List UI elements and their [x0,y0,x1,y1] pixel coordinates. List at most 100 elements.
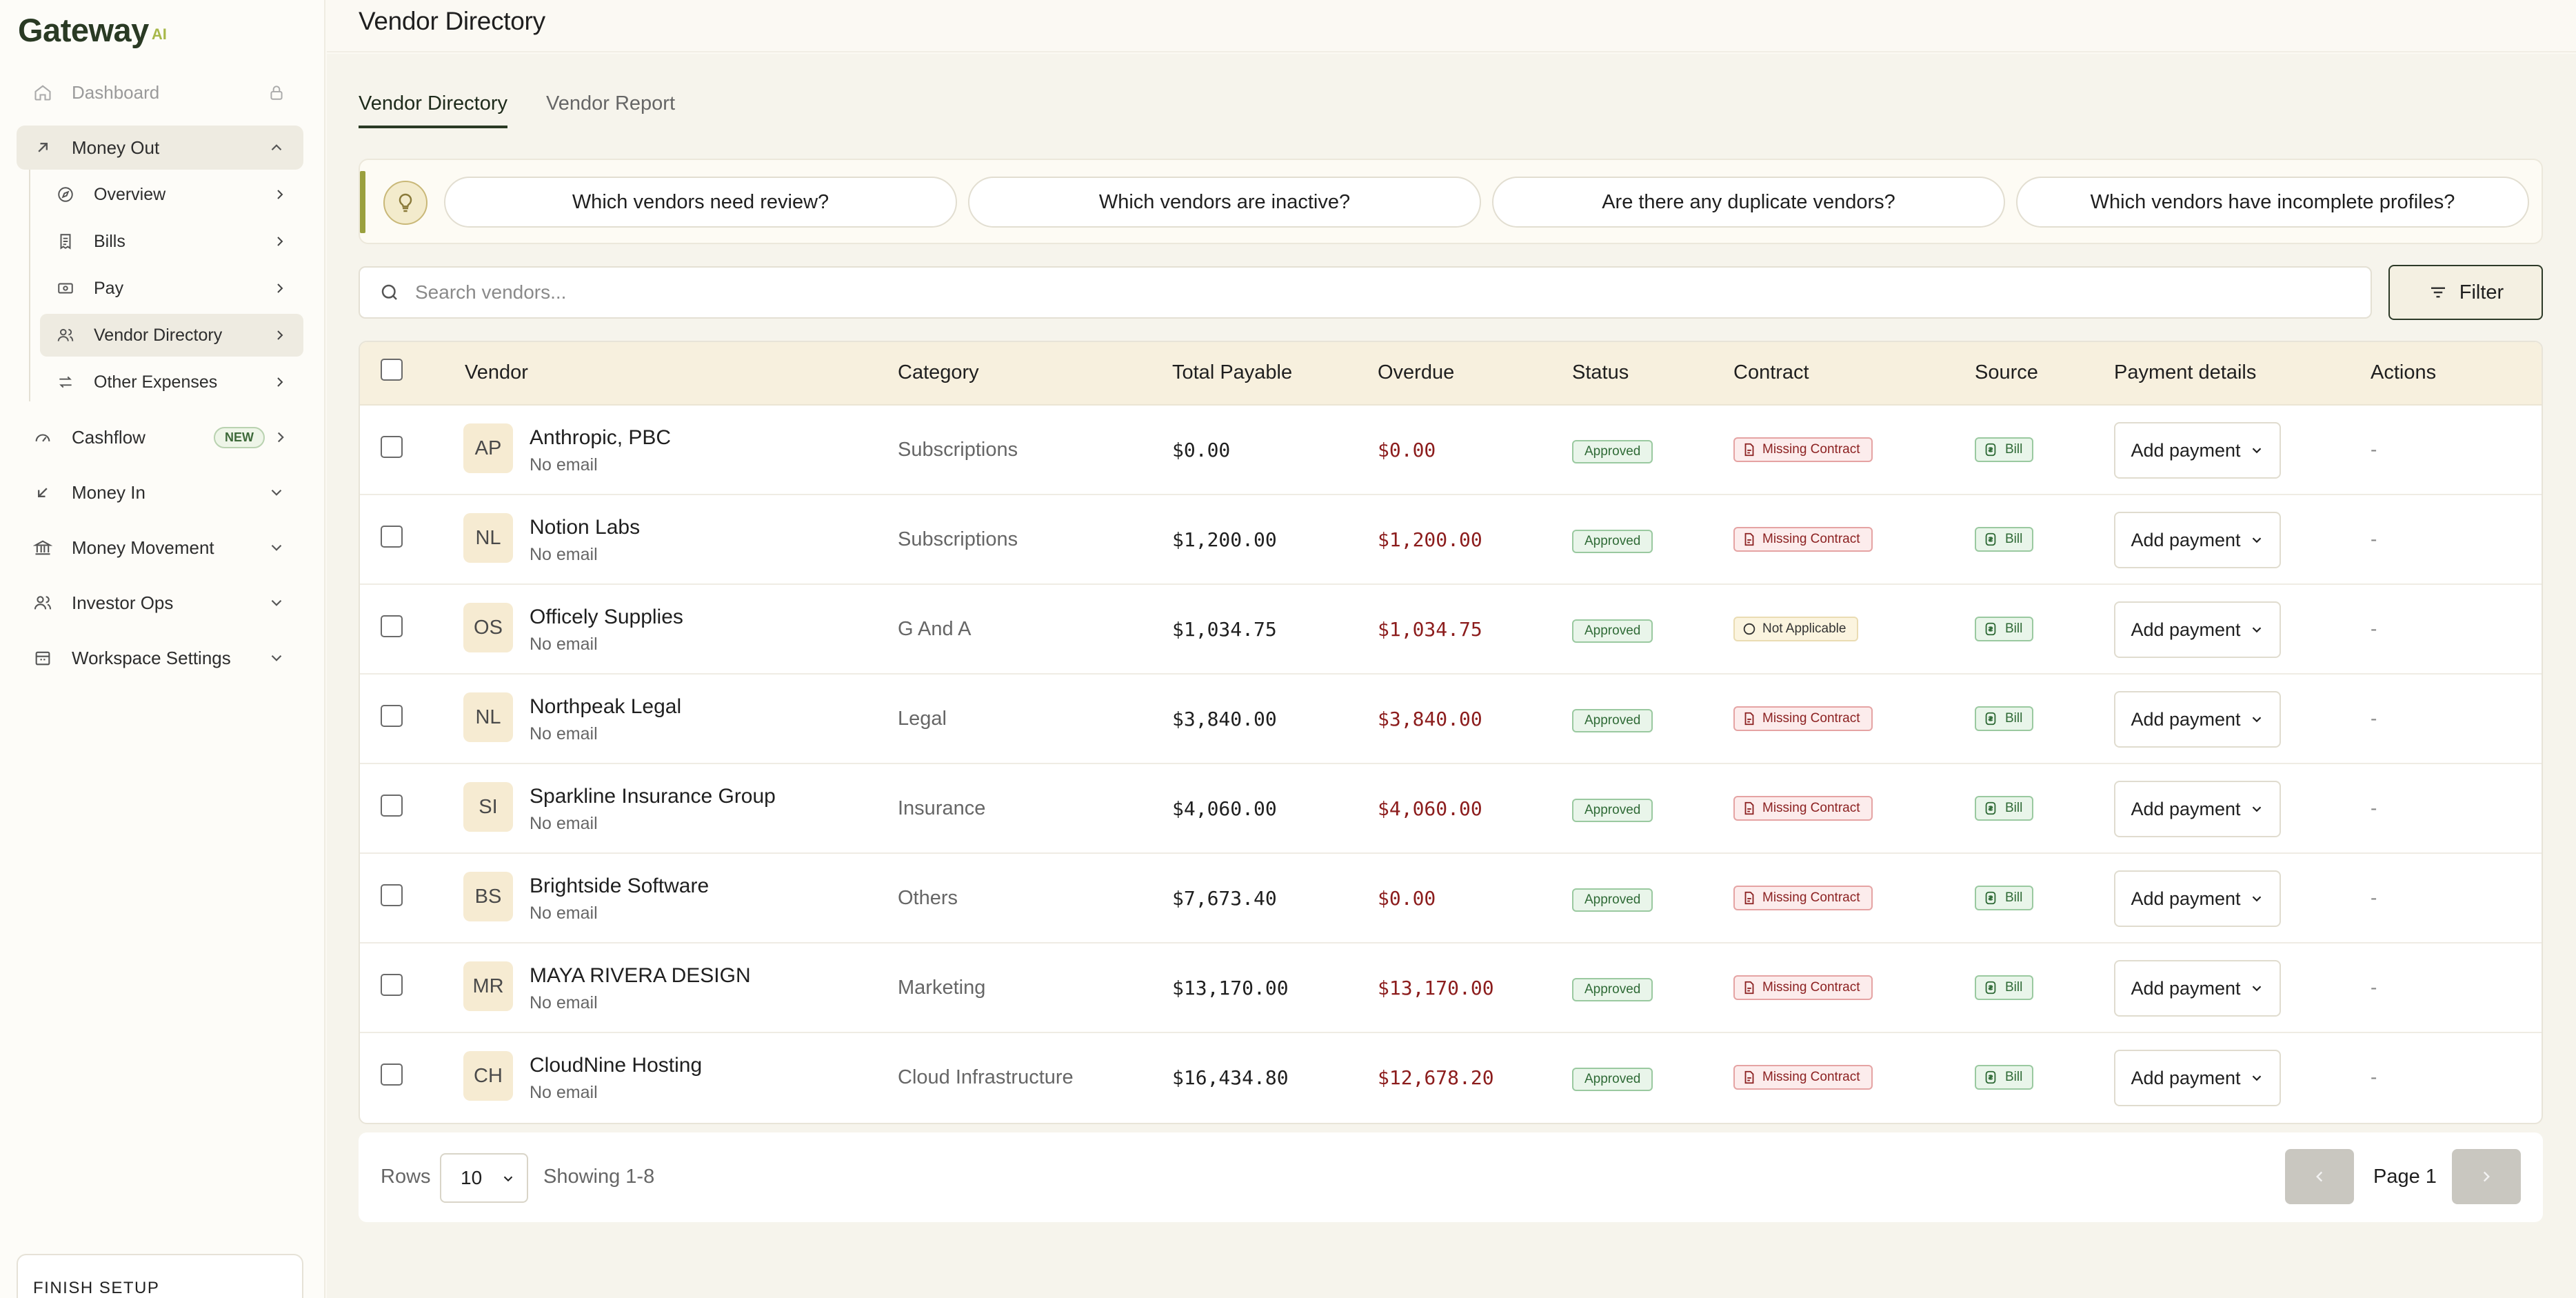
sidebar-item-cashflow[interactable]: Cashflow NEW [17,415,303,459]
contract-badge[interactable]: Not Applicable [1733,617,1859,641]
sidebar-item-money-movement[interactable]: Money Movement [17,526,303,570]
vendor-name[interactable]: Sparkline Insurance Group [530,785,776,808]
column-header[interactable]: Status [1572,361,1629,384]
next-page-button[interactable] [2452,1149,2521,1204]
add-payment-button[interactable]: Add payment [2114,512,2281,568]
tab-vendor-directory[interactable]: Vendor Directory [359,92,507,128]
suggestion-chip[interactable]: Which vendors have incomplete profiles? [2016,177,2529,228]
column-header[interactable]: Source [1975,361,2038,384]
row-checkbox[interactable] [381,974,403,996]
column-header[interactable]: Overdue [1378,361,1454,384]
add-payment-button[interactable]: Add payment [2114,422,2281,479]
sidebar-subitem-vendor-directory[interactable]: Vendor Directory [40,314,303,357]
search-input[interactable] [415,281,2277,303]
tab-vendor-report[interactable]: Vendor Report [546,92,675,128]
table-row[interactable]: NL Notion Labs No email Subscriptions $1,200… [360,495,2542,585]
suggestion-chip[interactable]: Which vendors need review? [444,177,957,228]
row-checkbox[interactable] [381,705,403,727]
chevron-right-icon [277,330,283,340]
contract-badge[interactable]: Missing Contract [1733,975,1873,1000]
logo[interactable]: Gateway AI [18,11,167,49]
table-row[interactable]: OS Officely Supplies No email G And A $1,034… [360,585,2542,675]
contract-label: Missing Contract [1762,532,1860,546]
sidebar-subitem-other-expenses[interactable]: Other Expenses [40,361,303,403]
row-checkbox[interactable] [381,795,403,817]
contract-badge[interactable]: Missing Contract [1733,437,1873,462]
sidebar-item-money-in[interactable]: Money In [17,470,303,515]
vendor-name[interactable]: MAYA RIVERA DESIGN [530,964,751,988]
vendor-email: No email [530,455,598,475]
table-row[interactable]: AP Anthropic, PBC No email Subscriptions $0.… [360,406,2542,495]
vendor-avatar: NL [463,513,513,563]
add-payment-button[interactable]: Add payment [2114,870,2281,927]
contract-badge[interactable]: Missing Contract [1733,796,1873,821]
sidebar-item-label: Dashboard [72,81,160,103]
contract-badge[interactable]: Missing Contract [1733,1065,1873,1090]
document-icon [1744,712,1754,726]
add-payment-button[interactable]: Add payment [2114,960,2281,1017]
column-header[interactable]: Contract [1733,361,1809,384]
add-payment-button[interactable]: Add payment [2114,1050,2281,1106]
filter-button[interactable]: Filter [2388,265,2543,320]
vendor-email: No email [530,903,598,923]
table-row[interactable]: MR MAYA RIVERA DESIGN No email Marketing $13… [360,943,2542,1033]
finish-setup-card[interactable]: FINISH SETUP [17,1254,303,1298]
sidebar-subitem-overview[interactable]: Overview [40,173,303,216]
page-indicator: Page 1 [2373,1166,2437,1188]
sidebar-item-dashboard[interactable]: Dashboard [17,70,303,114]
vendor-name[interactable]: Notion Labs [530,516,640,539]
source-label: Bill [2005,621,2023,636]
lock-icon [270,86,283,100]
vendor-email: No email [530,1083,598,1102]
vendor-table: Vendor Category Total Payable Overdue St… [359,341,2543,1124]
bill-icon [1985,801,1996,815]
table-row[interactable]: CH CloudNine Hosting No email Cloud Infrast… [360,1033,2542,1123]
sidebar-item-investor-ops[interactable]: Investor Ops [17,581,303,625]
row-actions: - [2371,977,2377,998]
column-header[interactable]: Vendor [465,361,528,384]
add-payment-button[interactable]: Add payment [2114,601,2281,658]
table-row[interactable]: BS Brightside Software No email Others $7,67… [360,854,2542,943]
users-icon [57,328,74,341]
column-header[interactable]: Total Payable [1172,361,1292,384]
vendor-name[interactable]: Brightside Software [530,875,709,898]
column-header[interactable]: Payment details [2114,361,2256,384]
vendor-name[interactable]: CloudNine Hosting [530,1054,702,1077]
column-header[interactable]: Category [898,361,979,384]
row-checkbox[interactable] [381,436,403,458]
document-icon [1744,1070,1754,1084]
sidebar-subitem-pay[interactable]: Pay [40,267,303,310]
row-actions: - [2371,1066,2377,1088]
suggestion-chip[interactable]: Which vendors are inactive? [968,177,1481,228]
vendor-name[interactable]: Northpeak Legal [530,695,681,719]
overdue-amount: $13,170.00 [1378,977,1494,999]
row-checkbox[interactable] [381,526,403,548]
add-payment-button[interactable]: Add payment [2114,781,2281,837]
vendor-name[interactable]: Officely Supplies [530,606,683,629]
bill-icon [1985,1070,1996,1084]
add-payment-button[interactable]: Add payment [2114,691,2281,748]
column-header[interactable]: Actions [2371,361,2436,384]
vendor-name[interactable]: Anthropic, PBC [530,426,671,450]
table-row[interactable]: SI Sparkline Insurance Group No email Insur… [360,764,2542,854]
rows-per-page-select[interactable]: 10 [440,1153,528,1203]
row-checkbox[interactable] [381,615,403,637]
document-icon [1744,801,1754,815]
select-all-checkbox[interactable] [381,359,403,381]
contract-badge[interactable]: Missing Contract [1733,527,1873,552]
contract-badge[interactable]: Missing Contract [1733,706,1873,731]
document-icon [1744,891,1754,905]
contract-badge[interactable]: Missing Contract [1733,886,1873,910]
sidebar-item-money-out[interactable]: Money Out [17,126,303,170]
table-row[interactable]: NL Northpeak Legal No email Legal $3,840.00 $… [360,675,2542,764]
prev-page-button[interactable] [2285,1149,2354,1204]
row-checkbox[interactable] [381,884,403,906]
vendor-email: No email [530,635,598,654]
sidebar-subitem-bills[interactable]: Bills [40,220,303,263]
sidebar-item-workspace-settings[interactable]: Workspace Settings [17,636,303,680]
row-actions: - [2371,887,2377,908]
suggestion-chip[interactable]: Are there any duplicate vendors? [1492,177,2005,228]
vendor-avatar: AP [463,423,513,473]
vendor-avatar: CH [463,1051,513,1101]
row-checkbox[interactable] [381,1064,403,1086]
